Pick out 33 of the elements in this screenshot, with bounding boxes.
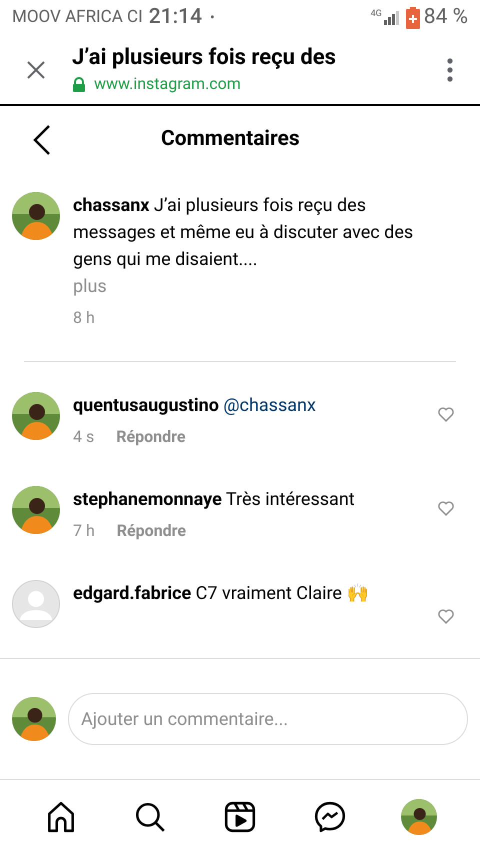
heart-icon[interactable]	[437, 500, 455, 516]
avatar-photo	[12, 192, 60, 240]
more-options-icon[interactable]	[447, 58, 453, 82]
mention-link[interactable]: @chassanx	[223, 395, 316, 416]
avatar-photo	[12, 697, 56, 741]
comment-text: stephanemonnaye Très intéressant	[73, 488, 356, 512]
caption-text: chassanx J’ai plusieurs fois reçu des messages et même eu à discuter avec des gens qui me disaient....	[73, 194, 414, 272]
clock: 21:14	[148, 4, 202, 32]
timestamp: 4 s	[73, 426, 94, 448]
timestamp: 7 h	[73, 520, 95, 542]
avatar-photo	[12, 486, 60, 534]
timestamp: 8 h	[73, 307, 96, 329]
comment-input[interactable]: Ajouter un commentaire...	[68, 693, 468, 745]
comment-text: edgard.fabrice C7 vraiment Claire 🙌	[73, 582, 370, 606]
header-title: Commentaires	[161, 126, 300, 154]
notification-dot: •	[210, 8, 215, 28]
url-text[interactable]: www.instagram.com	[94, 72, 241, 96]
signal-icon	[384, 11, 400, 25]
close-icon[interactable]	[26, 60, 46, 80]
reply-button[interactable]: Répondre	[116, 423, 186, 450]
lock-icon	[72, 76, 86, 92]
network-type: 4G	[370, 8, 382, 21]
more-link[interactable]: plus	[73, 273, 438, 300]
default-avatar-icon	[12, 580, 60, 628]
reply-button[interactable]: Répondre	[116, 517, 186, 544]
heart-icon[interactable]	[437, 406, 455, 422]
heart-icon[interactable]	[437, 608, 455, 624]
comment-text: quentusaugustino @chassanx	[73, 394, 317, 418]
carrier-name: MOOV AFRICA CI	[12, 6, 143, 30]
battery-charging-icon	[406, 7, 420, 29]
page-title: J’ai plusieurs fois reçu des	[72, 44, 337, 72]
avatar-photo	[12, 392, 60, 440]
battery-percent: 84 %	[424, 4, 468, 32]
